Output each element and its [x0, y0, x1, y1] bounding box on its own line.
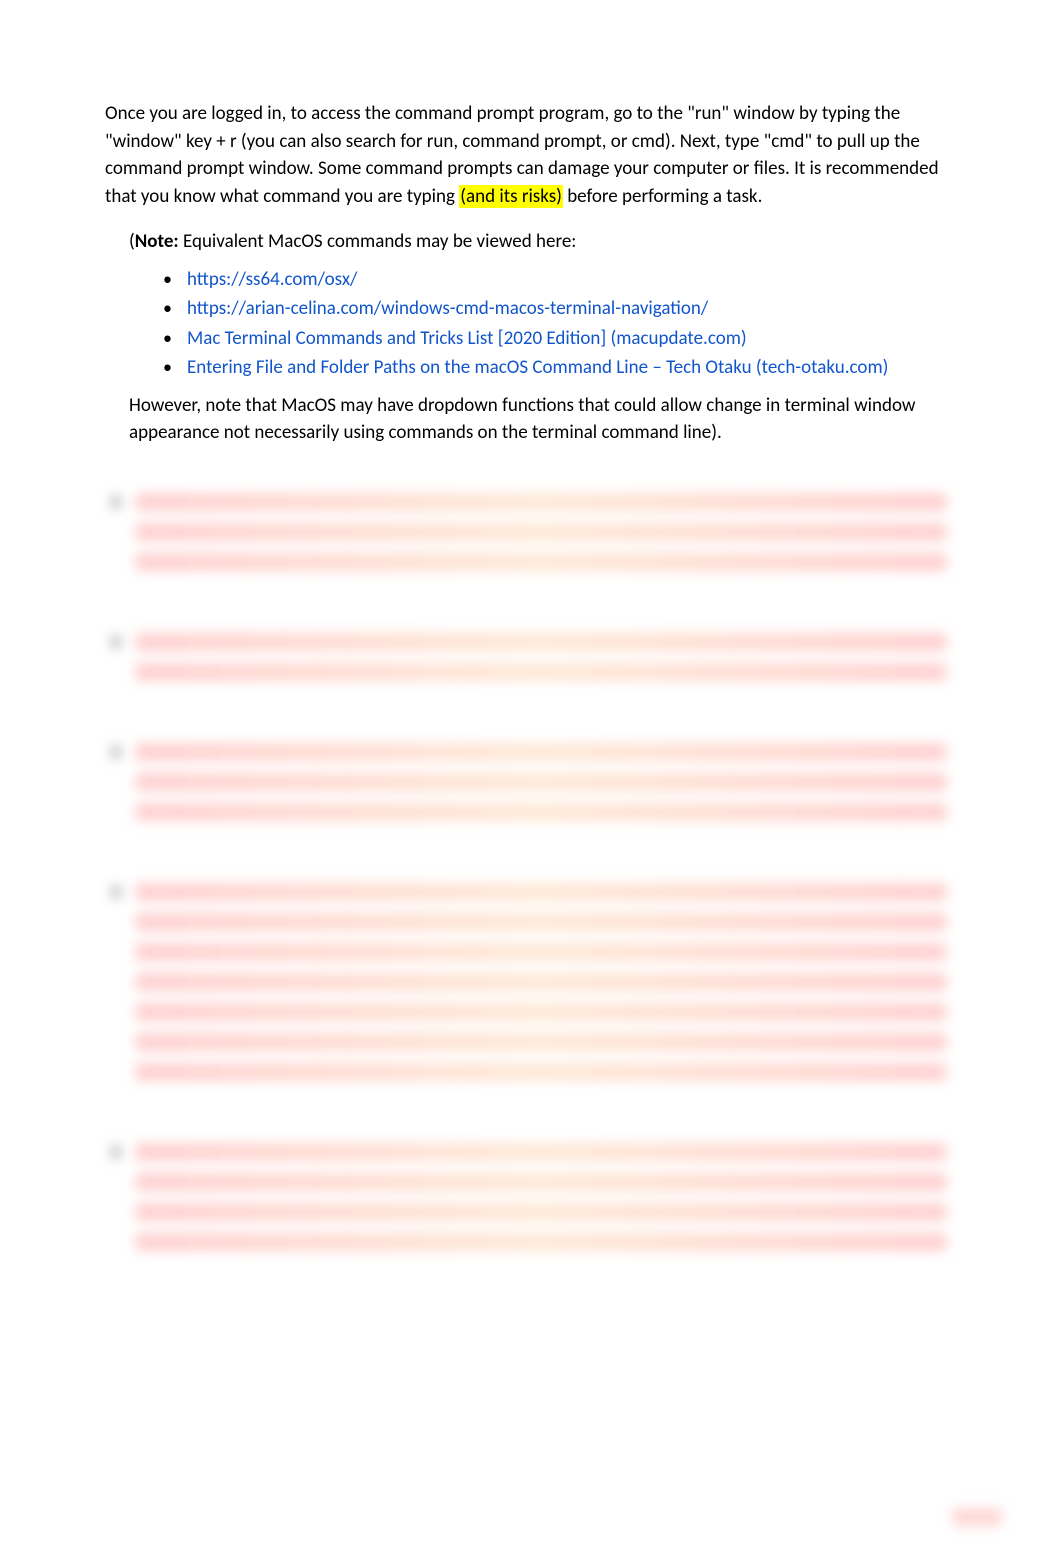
link-macupdate[interactable]: Mac Terminal Commands and Tricks List [2…	[187, 327, 747, 350]
blurred-number-marker	[109, 1144, 123, 1160]
blurred-text-line	[135, 1003, 947, 1021]
list-item: Mac Terminal Commands and Tricks List [2…	[163, 325, 957, 353]
blurred-text-line	[135, 973, 947, 991]
blurred-item	[135, 627, 957, 687]
blurred-text-line	[135, 913, 947, 931]
link-arian-celina[interactable]: https://arian-celina.com/windows-cmd-mac…	[187, 297, 708, 320]
intro-text-post: before performing a task.	[563, 185, 762, 208]
note-line: (Note: Equivalent MacOS commands may be …	[129, 228, 957, 256]
blurred-text-line	[135, 1203, 947, 1221]
list-item: https://ss64.com/osx/	[163, 266, 957, 294]
blurred-text-line	[135, 663, 947, 681]
closing-paragraph: However, note that MacOS may have dropdo…	[129, 392, 957, 447]
blurred-text-line	[135, 633, 947, 651]
link-ss64[interactable]: https://ss64.com/osx/	[187, 268, 357, 291]
blurred-content-list	[105, 487, 957, 1257]
blurred-text-line	[135, 553, 947, 571]
blurred-number-marker	[109, 494, 123, 510]
link-tech-otaku[interactable]: Entering File and Folder Paths on the ma…	[187, 356, 888, 379]
blurred-number-marker	[109, 884, 123, 900]
blurred-item	[135, 877, 957, 1087]
page-number-blurred	[952, 1508, 1002, 1526]
blurred-number-marker	[109, 634, 123, 650]
blurred-text-line	[135, 1173, 947, 1191]
note-label: Note:	[135, 230, 179, 253]
blurred-text-line	[135, 773, 947, 791]
note-text: Equivalent MacOS commands may be viewed …	[179, 230, 577, 253]
blurred-text-line	[135, 493, 947, 511]
intro-paragraph: Once you are logged in, to access the co…	[105, 100, 957, 210]
highlighted-text: (and its risks)	[459, 185, 563, 208]
links-list: https://ss64.com/osx/ https://arian-celi…	[163, 266, 957, 382]
blurred-item	[135, 1137, 957, 1257]
blurred-text-line	[135, 1233, 947, 1251]
blurred-item	[135, 737, 957, 827]
blurred-text-line	[135, 523, 947, 541]
blurred-text-line	[135, 883, 947, 901]
blurred-number-marker	[109, 744, 123, 760]
blurred-text-line	[135, 1033, 947, 1051]
list-item: https://arian-celina.com/windows-cmd-mac…	[163, 295, 957, 323]
blurred-text-line	[135, 1063, 947, 1081]
blurred-text-line	[135, 1143, 947, 1161]
list-item: Entering File and Folder Paths on the ma…	[163, 354, 957, 382]
blurred-text-line	[135, 803, 947, 821]
blurred-item	[135, 487, 957, 577]
blurred-text-line	[135, 743, 947, 761]
blurred-text-line	[135, 943, 947, 961]
